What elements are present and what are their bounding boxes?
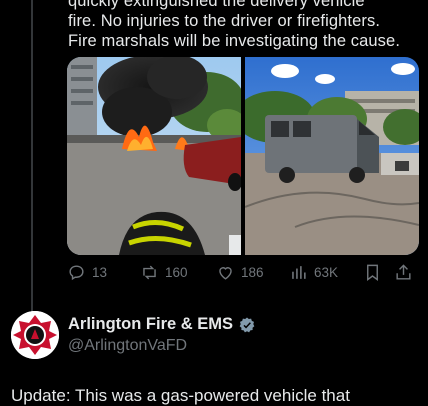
reply-button[interactable]: 13 (67, 263, 107, 282)
views-button[interactable]: 63K (289, 263, 338, 282)
like-count: 186 (241, 265, 264, 280)
tweet-text: quickly extinguished the delivery vehicl… (68, 0, 420, 51)
repost-icon (143, 265, 156, 280)
reply-icon (69, 265, 84, 281)
author-handle[interactable]: @ArlingtonVaFD (68, 337, 187, 355)
share-icon (396, 264, 411, 280)
media-grid (67, 57, 419, 255)
tweet-text-line: quickly extinguished the delivery vehicl… (68, 0, 365, 10)
bookmark-icon (367, 264, 378, 282)
repost-button[interactable]: 160 (140, 263, 188, 282)
views-count: 63K (314, 265, 339, 280)
thread-line (31, 0, 33, 318)
tweet-text-line: fire. No injuries to the driver or firef… (68, 12, 380, 30)
like-icon (219, 267, 232, 280)
bookmark-button[interactable] (363, 263, 382, 282)
burned-van-photo[interactable] (245, 57, 419, 255)
author-name[interactable]: Arlington Fire & EMS (68, 315, 233, 334)
repost-count: 160 (165, 265, 188, 280)
views-icon (292, 266, 306, 279)
tweet-text-line: Fire marshals will be investigating the … (68, 32, 400, 50)
reply-count: 13 (92, 265, 108, 280)
share-button[interactable] (394, 263, 413, 282)
fire-department-logo (11, 311, 59, 359)
next-tweet-text: Update: This was a gas-powered vehicle t… (11, 386, 350, 405)
fire-photo[interactable] (67, 57, 241, 255)
avatar[interactable] (11, 311, 59, 359)
author-row: Arlington Fire & EMS (68, 315, 256, 334)
verified-icon (239, 317, 255, 332)
action-bar: 13 160 186 63K (67, 263, 419, 285)
like-button[interactable]: 186 (216, 263, 264, 282)
